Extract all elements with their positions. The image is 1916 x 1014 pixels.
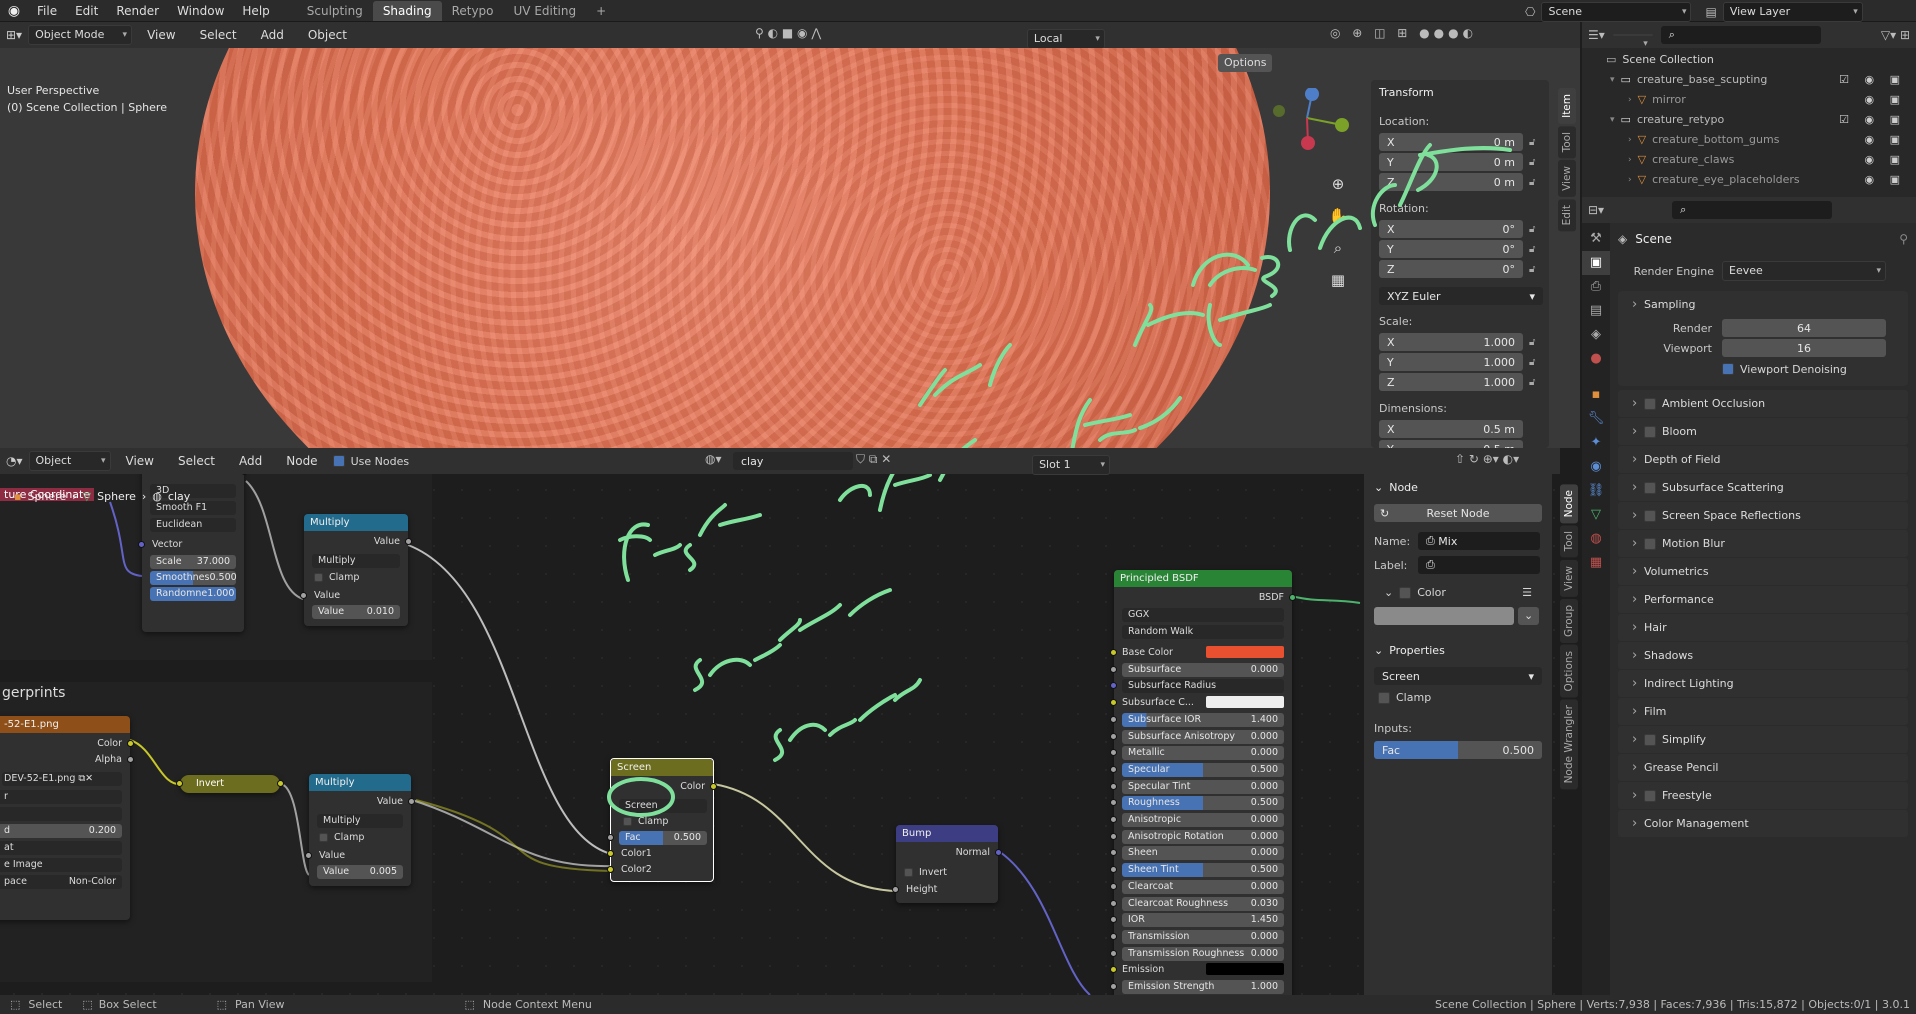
material-icon[interactable]: ◍▾ [705, 452, 722, 466]
handwritten-annotation [607, 143, 1512, 817]
breadcrumb-material[interactable]: clay [168, 490, 190, 503]
mouse-right-icon: ⬚ [464, 998, 475, 1011]
mouse-box-icon: ⬚ [82, 998, 93, 1011]
breadcrumb-object[interactable]: Sphere [27, 490, 66, 503]
node-editor-header: ◔▾ Object View Select Add Node Use Nodes… [0, 448, 1560, 475]
material-ball-icon: ◍ [152, 490, 162, 503]
status-stats: Scene Collection | Sphere | Verts:7,938 … [1435, 998, 1910, 1011]
use-nodes-checkbox[interactable]: Use Nodes [332, 455, 409, 468]
ne-menu-node[interactable]: Node [277, 450, 326, 472]
mouse-left-icon: ⬚ [10, 998, 21, 1011]
status-box-select: Box Select [98, 998, 157, 1011]
status-bar: ⬚ Select ⬚ Box Select ⬚ Pan View ⬚ Node … [0, 995, 1916, 1014]
breadcrumb-mesh[interactable]: Sphere [97, 490, 136, 503]
material-actions-icons[interactable]: ⛉ ⧉ ✕ [856, 452, 891, 467]
status-context: Node Context Menu [482, 998, 592, 1011]
ne-menu-add[interactable]: Add [230, 450, 271, 472]
breadcrumb-path: ▪ Sphere › ▽ Sphere › ◍ clay [14, 490, 191, 503]
ne-menu-view[interactable]: View [117, 450, 163, 472]
node-editor-right-icons[interactable]: ⇧ ↻ ⊕▾ ◐▾ [1455, 452, 1519, 466]
mesh-icon: ▽ [82, 490, 92, 503]
node-editor-type-icon[interactable]: ◔▾ [6, 454, 23, 468]
slot-dropdown[interactable]: Slot 1 [1032, 455, 1111, 475]
ne-menu-select[interactable]: Select [169, 450, 224, 472]
status-pan: Pan View [235, 998, 285, 1011]
mouse-middle-icon: ⬚ [216, 998, 228, 1011]
shader-type-dropdown[interactable]: Object [28, 451, 111, 471]
material-name-field[interactable]: clay [733, 452, 853, 470]
object-icon: ▪ [14, 490, 22, 503]
status-select: Select [28, 998, 63, 1011]
